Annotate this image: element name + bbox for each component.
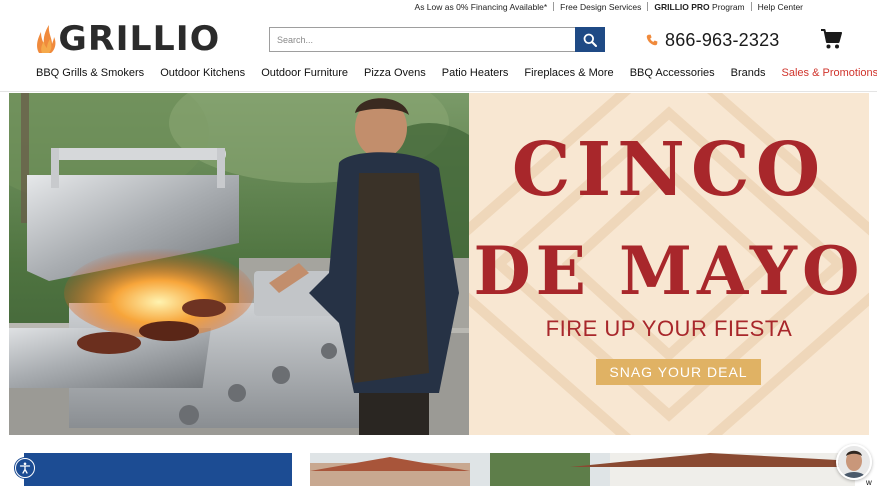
site-logo[interactable]: GRILLIO	[35, 21, 219, 57]
house-photo	[310, 453, 855, 486]
logo-wordmark: GRILLIO	[58, 19, 221, 59]
phone-link[interactable]: 866-963-2323	[646, 28, 780, 52]
accessibility-button[interactable]	[15, 458, 35, 478]
search-bar	[269, 27, 605, 52]
nav-brands[interactable]: Brands	[731, 67, 766, 79]
accessibility-icon	[19, 462, 31, 474]
nav-divider	[0, 91, 877, 92]
hero-grill-photo	[9, 93, 469, 435]
promo-panel: CINCO DE MAYO FIRE UP YOUR FIESTA SNAG Y…	[469, 93, 869, 435]
phone-number: 866-963-2323	[665, 29, 780, 50]
help-center-link[interactable]: Help Center	[752, 2, 809, 12]
hero-banner[interactable]: CINCO DE MAYO FIRE UP YOUR FIESTA SNAG Y…	[9, 93, 869, 435]
cart-button[interactable]	[820, 28, 842, 55]
nav-outdoor-kitchens[interactable]: Outdoor Kitchens	[160, 67, 245, 79]
chat-agent-avatar[interactable]	[836, 444, 872, 480]
nav-bbq-grills[interactable]: BBQ Grills & Smokers	[36, 67, 144, 79]
cart-icon	[821, 29, 842, 49]
flame-icon	[37, 25, 56, 53]
promo-tile-blue[interactable]	[24, 453, 292, 486]
agent-photo	[838, 446, 870, 478]
promo-title-line2: DE MAYO	[473, 232, 865, 310]
nav-pizza-ovens[interactable]: Pizza Ovens	[364, 67, 426, 79]
design-services-link[interactable]: Free Design Services	[554, 2, 647, 12]
search-icon	[583, 33, 597, 47]
nav-sales-promotions[interactable]: Sales & Promotions	[782, 67, 877, 79]
utility-bar: As Low as 0% Financing Available* Free D…	[409, 0, 809, 13]
pro-program-bold: GRILLIO PRO	[654, 1, 710, 12]
pro-program-rest: Program	[709, 1, 745, 12]
promo-tile-photo[interactable]	[310, 453, 855, 486]
nav-outdoor-furniture[interactable]: Outdoor Furniture	[261, 67, 348, 79]
promo-title-line1: CINCO	[511, 127, 827, 213]
search-button[interactable]	[575, 27, 605, 52]
snag-deal-button[interactable]: SNAG YOUR DEAL	[596, 359, 761, 385]
promo-tagline: FIRE UP YOUR FIESTA	[545, 316, 793, 341]
nav-bbq-accessories[interactable]: BBQ Accessories	[630, 67, 715, 79]
main-nav: BBQ Grills & Smokers Outdoor Kitchens Ou…	[36, 67, 877, 79]
nav-patio-heaters[interactable]: Patio Heaters	[442, 67, 509, 79]
phone-icon	[646, 34, 658, 46]
nav-fireplaces[interactable]: Fireplaces & More	[524, 67, 613, 79]
chat-label: w	[866, 478, 872, 486]
search-input[interactable]	[269, 27, 575, 52]
pro-program-link[interactable]: GRILLIO PRO Program	[648, 2, 750, 12]
financing-link[interactable]: As Low as 0% Financing Available*	[409, 2, 554, 12]
